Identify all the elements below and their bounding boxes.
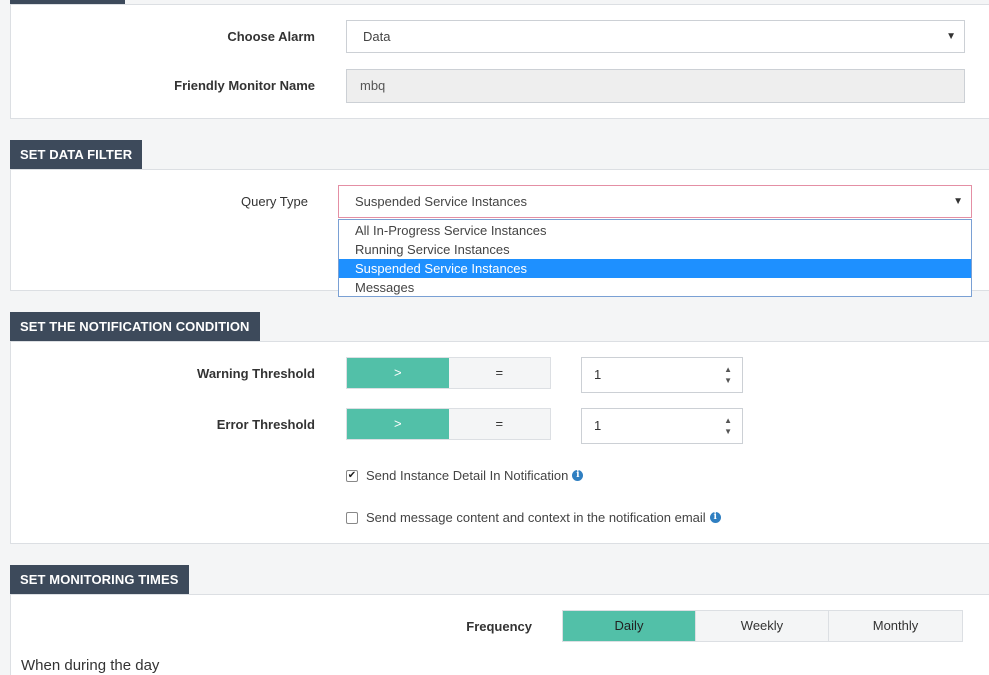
send-message-checkbox-row[interactable]: Send message content and context in the …	[346, 510, 721, 525]
dropdown-option[interactable]: Messages	[339, 278, 971, 297]
send-message-checkbox[interactable]	[346, 511, 358, 524]
friendly-name-input[interactable]: mbq	[346, 69, 965, 103]
operator-equal-button[interactable]: =	[448, 409, 550, 439]
frequency-daily-button[interactable]: Daily	[563, 611, 696, 641]
send-detail-checkbox-row[interactable]: ✔ Send Instance Detail In Notification i	[346, 468, 584, 483]
query-type-label: Query Type	[241, 194, 308, 209]
send-detail-checkbox[interactable]: ✔	[346, 469, 358, 482]
warning-operator-toggle: > =	[346, 357, 551, 389]
frequency-label: Frequency	[466, 619, 532, 634]
warning-threshold-label: Warning Threshold	[197, 366, 315, 381]
error-operator-toggle: > =	[346, 408, 551, 440]
query-type-value: Suspended Service Instances	[355, 194, 527, 209]
section-title-notification: SET THE NOTIFICATION CONDITION	[10, 312, 260, 342]
section-title-monitoring: SET MONITORING TIMES	[10, 565, 189, 595]
error-threshold-input[interactable]: 1 ▲ ▼	[581, 408, 743, 444]
query-type-select[interactable]: Suspended Service Instances ▼	[338, 185, 972, 218]
operator-greater-button[interactable]: >	[347, 409, 449, 439]
friendly-name-label: Friendly Monitor Name	[174, 78, 315, 93]
query-type-dropdown: All In-Progress Service Instances Runnin…	[338, 219, 972, 297]
frequency-weekly-button[interactable]: Weekly	[696, 611, 829, 641]
chevron-down-icon: ▼	[953, 196, 963, 207]
error-threshold-value: 1	[594, 418, 602, 433]
when-during-day-heading: When during the day	[21, 657, 160, 674]
warning-threshold-input[interactable]: 1 ▲ ▼	[581, 357, 743, 393]
operator-equal-button[interactable]: =	[448, 358, 550, 388]
dropdown-option[interactable]: Running Service Instances	[339, 240, 971, 259]
stepper-icon[interactable]: ▲ ▼	[724, 364, 732, 386]
error-threshold-label: Error Threshold	[216, 417, 315, 432]
choose-alarm-label: Choose Alarm	[227, 29, 315, 44]
choose-alarm-value: Data	[363, 29, 391, 44]
send-message-label: Send message content and context in the …	[366, 510, 706, 525]
section-title-data-filter: SET DATA FILTER	[10, 140, 143, 170]
choose-alarm-select[interactable]: Data ▼	[346, 20, 965, 53]
dropdown-option[interactable]: Suspended Service Instances	[339, 259, 971, 278]
info-icon[interactable]: i	[572, 470, 584, 481]
operator-greater-button[interactable]: >	[347, 358, 449, 388]
stepper-icon[interactable]: ▲ ▼	[724, 415, 732, 437]
frequency-toggle: Daily Weekly Monthly	[562, 610, 963, 642]
dropdown-option[interactable]: All In-Progress Service Instances	[339, 221, 971, 240]
send-detail-label: Send Instance Detail In Notification	[366, 468, 569, 483]
info-icon[interactable]: i	[709, 512, 721, 523]
chevron-down-icon: ▼	[946, 31, 956, 42]
frequency-monthly-button[interactable]: Monthly	[829, 611, 962, 641]
warning-threshold-value: 1	[594, 367, 602, 382]
